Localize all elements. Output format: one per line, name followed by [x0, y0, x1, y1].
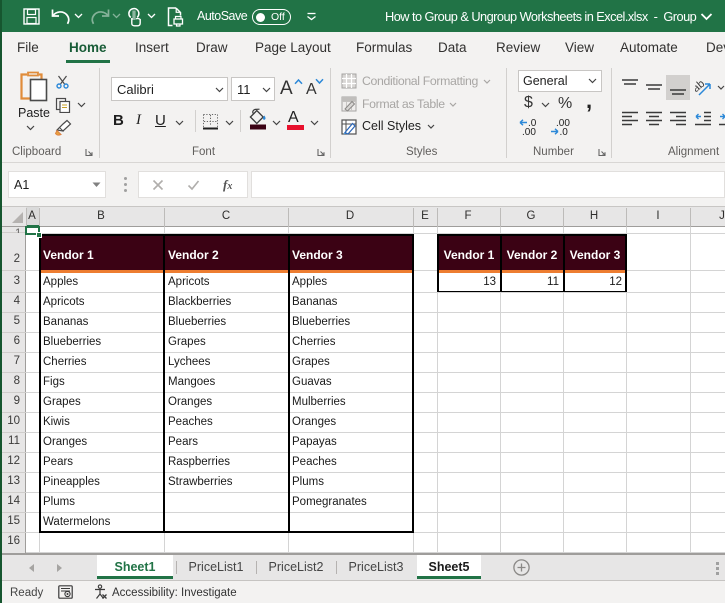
- svg-text:.0: .0: [560, 127, 569, 136]
- svg-text:.00: .00: [522, 127, 536, 136]
